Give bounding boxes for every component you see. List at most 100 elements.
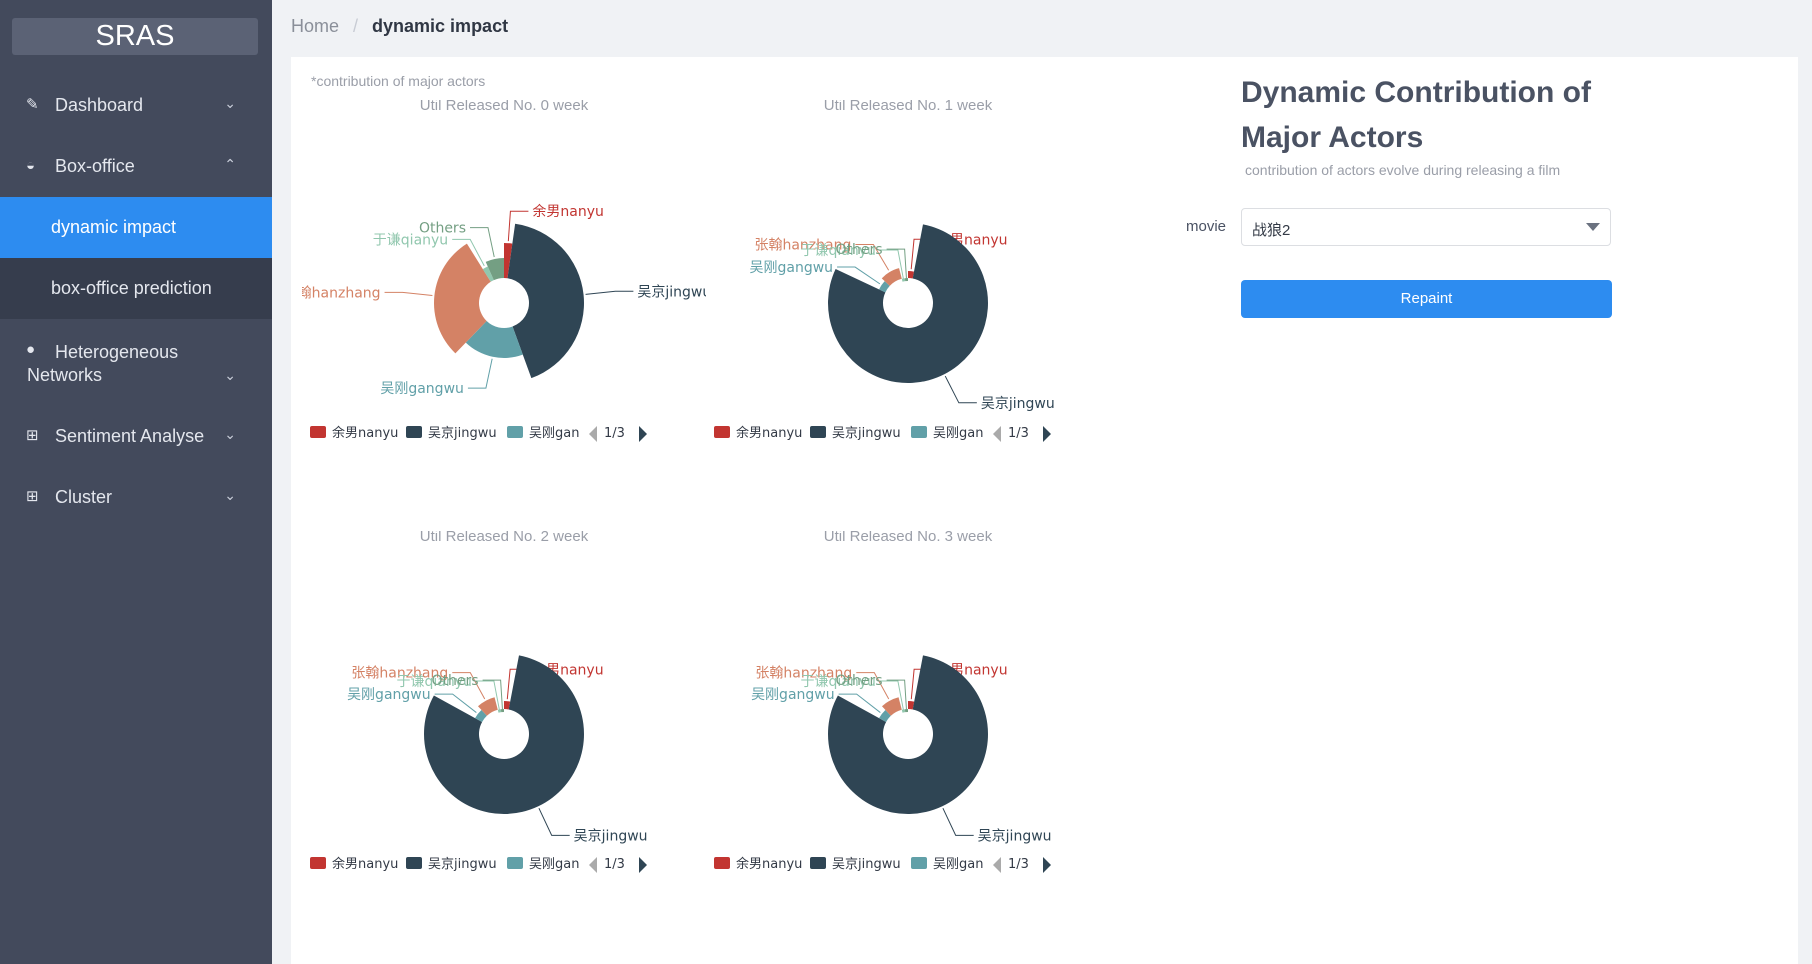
legend-item[interactable]: 吴京jingwu <box>428 857 497 872</box>
legend-page: 1/3 <box>604 426 625 441</box>
legend-next-icon[interactable] <box>1043 857 1051 873</box>
legend-prev-icon[interactable] <box>589 857 597 873</box>
movie-select-value: 战狼2 <box>1252 222 1291 239</box>
legend-item[interactable]: 吴刚gan <box>529 426 579 441</box>
legend-item[interactable]: 吴刚gan <box>933 426 983 441</box>
slice-label: Others <box>432 673 479 689</box>
chevron-up-icon: ⌃ <box>224 156 236 172</box>
movie-select[interactable]: 战狼2 <box>1241 208 1611 246</box>
menu-sentiment-analyse[interactable]: ⊞ Sentiment Analyse ⌄ <box>0 406 272 467</box>
menu-hetero-line2: Networks <box>27 365 103 385</box>
chart-title: Util Released No. 3 week <box>824 531 993 545</box>
chart-title: Util Released No. 2 week <box>420 531 589 545</box>
slice-label: 张翰hanzhang <box>302 285 381 301</box>
repaint-button[interactable]: Repaint <box>1241 280 1612 318</box>
legend-item[interactable]: 余男nanyu <box>736 856 802 872</box>
legend-swatch[interactable] <box>406 857 422 869</box>
menu-cluster[interactable]: ⊞ Cluster ⌄ <box>0 467 272 528</box>
legend-swatch[interactable] <box>310 426 326 438</box>
legend-swatch[interactable] <box>911 857 927 869</box>
page-subtitle: contribution of actors evolve during rel… <box>1245 162 1561 178</box>
label-line <box>467 358 493 389</box>
chevron-down-icon: ⌄ <box>224 95 236 111</box>
legend-next-icon[interactable] <box>1043 426 1051 442</box>
chart-week-1-svg: Util Released No. 1 week 余男nanyu 吴京jingwu 吴… <box>714 100 1055 442</box>
slice-label: 吴京jingwu <box>978 828 1052 844</box>
legend-page: 1/3 <box>1008 857 1029 872</box>
slice-label: Others <box>836 673 883 689</box>
pie-chart-icon: ◒ <box>26 157 36 174</box>
legend-item[interactable]: 余男nanyu <box>332 425 398 441</box>
legend-swatch[interactable] <box>810 426 826 438</box>
chart-week-1: Util Released No. 1 week 余男nanyu 吴京jingwu 吴… <box>706 100 1110 526</box>
compass-icon: ● <box>26 341 36 358</box>
chevron-down-icon: ⌄ <box>224 367 236 383</box>
menu-box-office[interactable]: ◒ Box-office ⌃ <box>0 136 272 197</box>
chart-week-2-svg: Util Released No. 2 week 余男nanyu 吴京jingwu 吴… <box>310 531 648 873</box>
menu-dashboard-label: Dashboard <box>55 95 144 115</box>
slice-label: 吴刚gangwu <box>380 381 464 397</box>
breadcrumb-current: dynamic impact <box>372 16 509 36</box>
legend-prev-icon[interactable] <box>589 426 597 442</box>
chart-week-2: Util Released No. 2 week 余男nanyu 吴京jingwu 吴… <box>302 531 706 957</box>
chart-week-3-svg: Util Released No. 3 week 余男nanyu 吴京jingwu 吴… <box>714 531 1052 873</box>
menu-hetero-line1: Heterogeneous <box>55 342 179 362</box>
slice-label: 吴京jingwu <box>981 396 1055 412</box>
slice-label: Others <box>419 221 466 237</box>
legend-next-icon[interactable] <box>639 857 647 873</box>
legend-item[interactable]: 余男nanyu <box>332 856 398 872</box>
breadcrumb: Home / dynamic impact <box>291 16 508 37</box>
menu-dashboard[interactable]: ✎ Dashboard ⌄ <box>0 75 272 136</box>
legend-page: 1/3 <box>604 857 625 872</box>
submenu-box-office-prediction[interactable]: box-office prediction <box>0 258 272 319</box>
movie-label: movie <box>1186 218 1227 235</box>
caret-down-icon <box>1586 223 1600 231</box>
breadcrumb-separator: / <box>353 16 359 36</box>
legend-swatch[interactable] <box>810 857 826 869</box>
slice-label: Others <box>836 242 883 258</box>
legend-prev-icon[interactable] <box>993 426 1001 442</box>
legend-swatch[interactable] <box>310 857 326 869</box>
slice-label: 吴京jingwu <box>574 828 648 844</box>
chart-note: *contribution of major actors <box>311 73 486 89</box>
legend-swatch[interactable] <box>714 857 730 869</box>
chevron-down-icon: ⌄ <box>224 487 236 503</box>
legend-next-icon[interactable] <box>639 426 647 442</box>
slice-label: 吴京jingwu <box>637 284 706 300</box>
label-line <box>469 227 495 258</box>
menu-cluster-label: Cluster <box>55 487 113 507</box>
slice-label: 吴刚gangwu <box>750 260 834 276</box>
legend-swatch[interactable] <box>911 426 927 438</box>
submenu-dynamic-impact[interactable]: dynamic impact <box>0 197 272 258</box>
submenu-dynamic-impact-label: dynamic impact <box>51 217 177 237</box>
sidebar: SRAS ✎ Dashboard ⌄ ◒ Box-office ⌃ dynami… <box>0 0 272 964</box>
grid-icon: ⊞ <box>26 488 39 505</box>
legend-swatch[interactable] <box>507 426 523 438</box>
chart-title: Util Released No. 0 week <box>420 100 589 114</box>
chart-week-3: Util Released No. 3 week 余男nanyu 吴京jingwu 吴… <box>706 531 1110 957</box>
legend-item[interactable]: 吴京jingwu <box>832 857 901 872</box>
legend-prev-icon[interactable] <box>993 857 1001 873</box>
label-line <box>944 375 977 404</box>
legend-swatch[interactable] <box>714 426 730 438</box>
menu-box-office-label: Box-office <box>55 156 135 176</box>
submenu-prediction-label: box-office prediction <box>51 278 212 298</box>
chart-week-0: Util Released No. 0 week 余男nanyu 吴京jingwu 吴… <box>302 100 706 526</box>
breadcrumb-home[interactable]: Home <box>291 16 339 36</box>
app-logo: SRAS <box>12 18 258 55</box>
chart-week-0-svg: Util Released No. 0 week 余男nanyu 吴京jingwu 吴… <box>302 100 706 442</box>
legend-item[interactable]: 吴京jingwu <box>428 426 497 441</box>
grid-icon: ⊞ <box>26 427 39 444</box>
legend-swatch[interactable] <box>406 426 422 438</box>
label-line <box>384 291 433 296</box>
chevron-down-icon: ⌄ <box>224 426 236 442</box>
menu-heterogeneous-networks[interactable]: ● Heterogeneous Networks ⌄ <box>0 325 272 397</box>
legend-swatch[interactable] <box>507 857 523 869</box>
legend-item[interactable]: 吴刚gan <box>933 857 983 872</box>
box-office-submenu: dynamic impact box-office prediction <box>0 197 272 319</box>
legend-item[interactable]: 吴京jingwu <box>832 426 901 441</box>
label-line <box>585 290 634 295</box>
label-line <box>538 807 570 836</box>
legend-item[interactable]: 余男nanyu <box>736 425 802 441</box>
legend-item[interactable]: 吴刚gan <box>529 857 579 872</box>
